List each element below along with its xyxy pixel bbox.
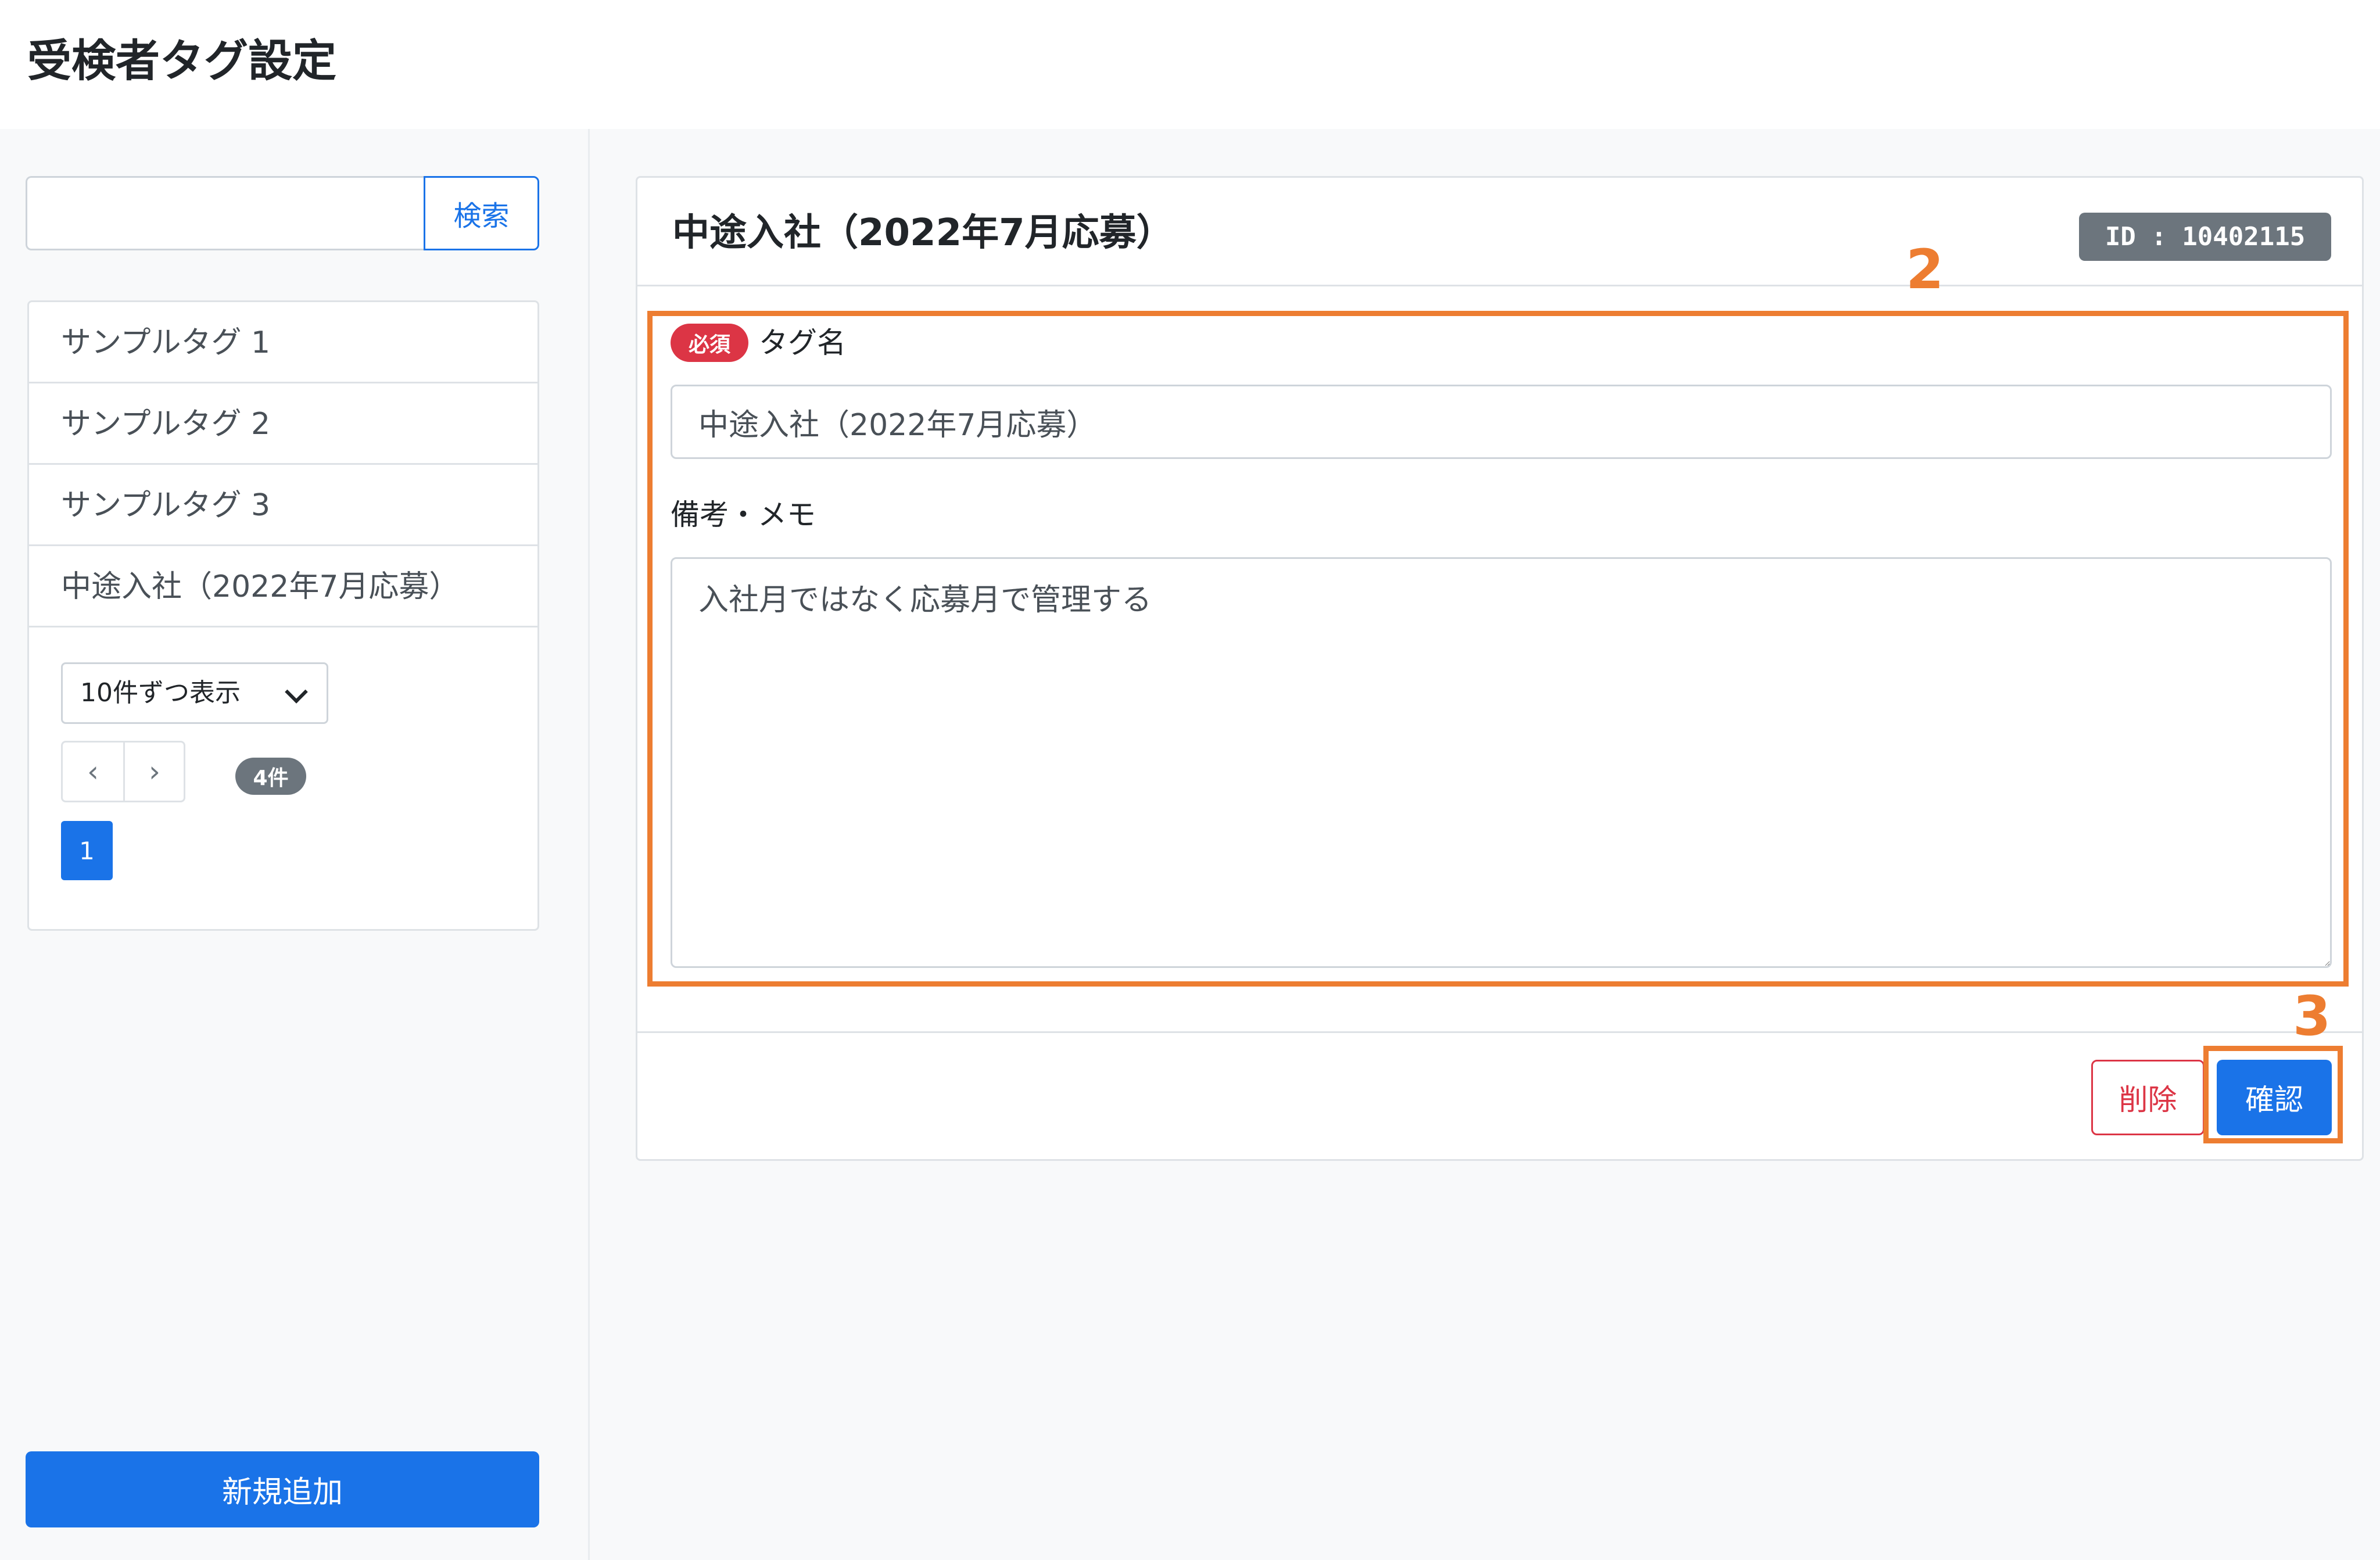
- id-badge: ID : 10402115: [2079, 213, 2331, 261]
- per-page-value: 10件ずつ表示: [80, 678, 241, 708]
- annotation-box-2: [647, 311, 2349, 987]
- search-bar: 検索: [26, 176, 539, 250]
- card-title: 中途入社（2022年7月応募）: [672, 211, 1174, 254]
- annotation-number-3: 3: [2293, 985, 2331, 1048]
- add-new-button[interactable]: 新規追加: [26, 1451, 539, 1527]
- per-page-select[interactable]: 10件ずつ表示: [61, 662, 328, 724]
- chevron-left-icon: ‹: [87, 755, 99, 788]
- annotation-box-3: [2203, 1046, 2343, 1143]
- chevron-down-icon: [285, 680, 308, 704]
- delete-button[interactable]: 削除: [2091, 1060, 2205, 1135]
- divider: [637, 285, 2362, 286]
- page-header: 受検者タグ設定: [0, 0, 2380, 129]
- search-button[interactable]: 検索: [424, 176, 539, 250]
- next-page-button[interactable]: ›: [124, 743, 185, 801]
- tag-list-item[interactable]: サンプルタグ 2: [29, 383, 537, 465]
- page-number-button[interactable]: 1: [61, 821, 113, 880]
- page-title: 受検者タグ設定: [27, 35, 336, 87]
- divider: [637, 1031, 2362, 1033]
- chevron-right-icon: ›: [149, 755, 160, 788]
- prev-page-button[interactable]: ‹: [63, 743, 125, 801]
- tag-list-panel: サンプルタグ 1 サンプルタグ 2 サンプルタグ 3 中途入社（2022年7月応…: [27, 300, 539, 931]
- tag-list-item[interactable]: 中途入社（2022年7月応募）: [29, 546, 537, 627]
- pagination-arrows: ‹ ›: [61, 741, 185, 802]
- tag-list-item[interactable]: サンプルタグ 1: [29, 302, 537, 383]
- tag-list-item[interactable]: サンプルタグ 3: [29, 465, 537, 546]
- count-badge: 4件: [235, 758, 306, 795]
- search-input[interactable]: [26, 176, 425, 250]
- annotation-number-2: 2: [1906, 238, 1944, 302]
